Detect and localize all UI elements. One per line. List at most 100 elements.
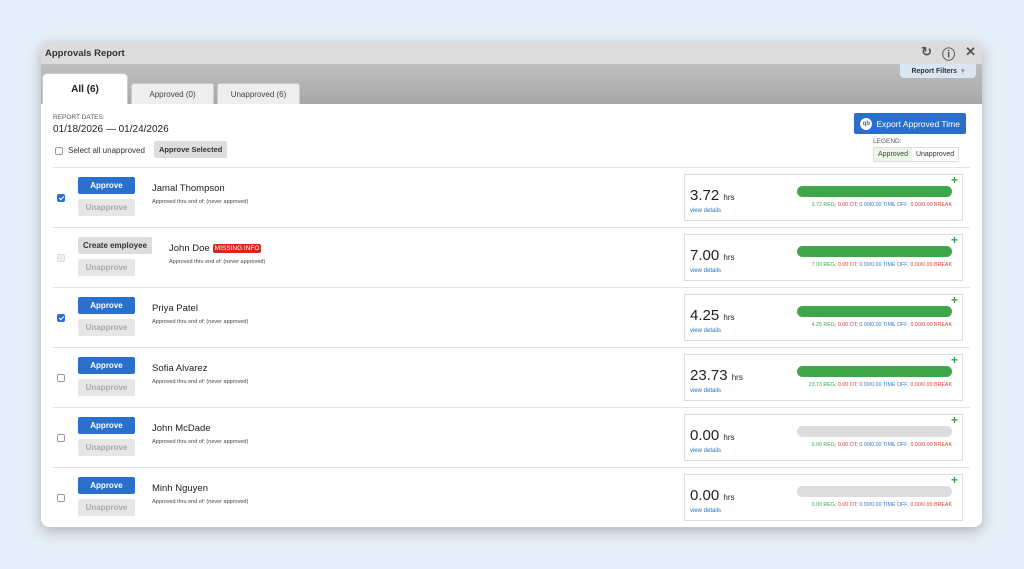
- time-off-hours: 0.00/0.00 TIME OFF;: [859, 382, 909, 388]
- approved-thru: Approved thru end of: (never approved): [152, 499, 249, 505]
- unapprove-button[interactable]: Unapprove: [78, 199, 135, 216]
- add-time-icon[interactable]: +: [951, 293, 958, 307]
- employee-name: Minh Nguyen: [152, 483, 208, 494]
- refresh-icon[interactable]: ↻: [921, 44, 932, 63]
- hours-summary: 0.00 hrs view details 0.00 REG; 0.00 OT;…: [684, 413, 963, 461]
- hours-unit: hrs: [723, 253, 735, 262]
- missing-info-badge: MISSING INFO: [212, 244, 262, 253]
- select-all-unapproved[interactable]: Select all unapproved: [55, 146, 145, 155]
- approve-button[interactable]: Approve: [78, 297, 135, 314]
- hours-summary: 4.25 hrs view details 4.25 REG; 0.00 OT;…: [684, 293, 963, 341]
- break-hours-b: 0.00 BREAK: [922, 502, 952, 508]
- view-details-link[interactable]: view details: [690, 208, 721, 214]
- unapprove-button[interactable]: Unapprove: [78, 259, 135, 276]
- row-checkbox[interactable]: [57, 494, 65, 502]
- hours-bar-fill: [797, 366, 952, 377]
- unapprove-button[interactable]: Unapprove: [78, 439, 135, 456]
- tab-approved[interactable]: Approved (0): [131, 83, 214, 104]
- row-checkbox[interactable]: [57, 374, 65, 382]
- chevron-down-icon: ▾: [961, 68, 965, 75]
- hours-total: 4.25 hrs: [690, 307, 735, 324]
- tab-unapproved[interactable]: Unapproved (6): [217, 83, 300, 104]
- hours-unit: hrs: [723, 433, 735, 442]
- help-icon[interactable]: ⓘ: [942, 44, 955, 63]
- reg-hours: 23.73 REG;: [808, 382, 837, 388]
- row-checkbox[interactable]: [57, 254, 65, 262]
- reg-hours: 0.00 REG;: [811, 502, 837, 508]
- approve-button[interactable]: Approve: [78, 477, 135, 494]
- hours-value: 0.00: [690, 487, 720, 504]
- unapprove-button[interactable]: Unapprove: [78, 379, 135, 396]
- add-time-icon[interactable]: +: [951, 173, 958, 187]
- row-checkbox[interactable]: [57, 434, 65, 442]
- employee-name-wrap: John Doe MISSING INFO: [169, 243, 262, 254]
- select-all-checkbox[interactable]: [55, 146, 63, 155]
- add-time-icon[interactable]: +: [951, 413, 958, 427]
- hours-value: 7.00: [690, 247, 720, 264]
- hours-bar: [797, 426, 952, 437]
- row-checkbox[interactable]: [57, 194, 65, 202]
- close-icon[interactable]: ✕: [965, 44, 976, 63]
- hours-unit: hrs: [723, 313, 735, 322]
- hours-total: 7.00 hrs: [690, 247, 735, 264]
- title-bar: Approvals Report ↻ ⓘ ✕: [41, 42, 982, 64]
- view-details-link[interactable]: view details: [690, 268, 721, 274]
- view-details-link[interactable]: view details: [690, 448, 721, 454]
- hours-bar-fill: [797, 246, 952, 257]
- employee-row: Approve Unapprove Sofia Alvarez Approved…: [53, 347, 970, 407]
- report-dates: 01/18/2026 — 01/24/2026: [53, 124, 169, 135]
- employee-row: Approve Unapprove Minh Nguyen Approved t…: [53, 467, 970, 527]
- hours-summary: 23.73 hrs view details 23.73 REG; 0.00 O…: [684, 353, 963, 401]
- add-time-icon[interactable]: +: [951, 473, 958, 487]
- approved-thru: Approved thru end of: (never approved): [169, 259, 266, 265]
- view-details-link[interactable]: view details: [690, 328, 721, 334]
- hours-breakdown: 0.00 REG; 0.00 OT; 0.00/0.00 TIME OFF; 0…: [812, 442, 952, 448]
- create-employee-button[interactable]: Create employee: [78, 237, 152, 254]
- employee-name-wrap: Priya Patel: [152, 303, 198, 314]
- legend-approved: Approved: [874, 148, 912, 161]
- reg-hours: 7.00 REG;: [811, 262, 837, 268]
- break-hours-a: 0.00/: [910, 382, 923, 388]
- hours-value: 4.25: [690, 307, 720, 324]
- reg-hours: 3.72 REG;: [811, 202, 837, 208]
- tab-all[interactable]: All (6): [42, 73, 128, 104]
- hours-total: 0.00 hrs: [690, 487, 735, 504]
- hours-bar: [797, 486, 952, 497]
- ot-hours: 0.00 OT;: [837, 322, 858, 328]
- add-time-icon[interactable]: +: [951, 233, 958, 247]
- hours-unit: hrs: [731, 373, 743, 382]
- hours-total: 0.00 hrs: [690, 427, 735, 444]
- window-title: Approvals Report: [45, 47, 125, 59]
- quickbooks-icon: qb: [860, 117, 873, 130]
- employee-row: Approve Unapprove Jamal Thompson Approve…: [53, 167, 970, 227]
- hours-unit: hrs: [723, 193, 735, 202]
- hours-summary: 3.72 hrs view details 3.72 REG; 0.00 OT;…: [684, 173, 963, 221]
- hours-breakdown: 7.00 REG; 0.00 OT; 0.00/0.00 TIME OFF; 0…: [812, 262, 952, 268]
- unapprove-button[interactable]: Unapprove: [78, 499, 135, 516]
- approve-button[interactable]: Approve: [78, 177, 135, 194]
- employee-name: Priya Patel: [152, 303, 198, 314]
- approve-selected-button[interactable]: Approve Selected: [154, 141, 228, 158]
- view-details-link[interactable]: view details: [690, 508, 721, 514]
- hours-total: 3.72 hrs: [690, 187, 735, 204]
- add-time-icon[interactable]: +: [951, 353, 958, 367]
- time-off-hours: 0.00/0.00 TIME OFF;: [859, 502, 909, 508]
- employee-row: Approve Unapprove Priya Patel Approved t…: [53, 287, 970, 347]
- time-off-hours: 0.00/0.00 TIME OFF;: [859, 202, 909, 208]
- ot-hours: 0.00 OT;: [837, 442, 858, 448]
- view-details-link[interactable]: view details: [690, 388, 721, 394]
- row-checkbox[interactable]: [57, 314, 65, 322]
- hours-bar-fill: [797, 186, 952, 197]
- break-hours-b: 0.00 BREAK: [922, 202, 952, 208]
- hours-breakdown: 0.00 REG; 0.00 OT; 0.00/0.00 TIME OFF; 0…: [812, 502, 952, 508]
- approvals-report-window: Approvals Report ↻ ⓘ ✕ All (6) Approved …: [41, 42, 982, 527]
- report-filters-button[interactable]: Report Filters ▾: [900, 64, 976, 78]
- hours-summary: 0.00 hrs view details 0.00 REG; 0.00 OT;…: [684, 473, 963, 521]
- approve-button[interactable]: Approve: [78, 417, 135, 434]
- approve-button[interactable]: Approve: [78, 357, 135, 374]
- unapprove-button[interactable]: Unapprove: [78, 319, 135, 336]
- hours-breakdown: 23.73 REG; 0.00 OT; 0.00/0.00 TIME OFF; …: [809, 382, 952, 388]
- ot-hours: 0.00 OT;: [837, 202, 858, 208]
- export-approved-time-button[interactable]: qb Export Approved Time: [854, 113, 966, 134]
- employee-row: Create employee Unapprove John Doe MISSIN…: [53, 227, 970, 287]
